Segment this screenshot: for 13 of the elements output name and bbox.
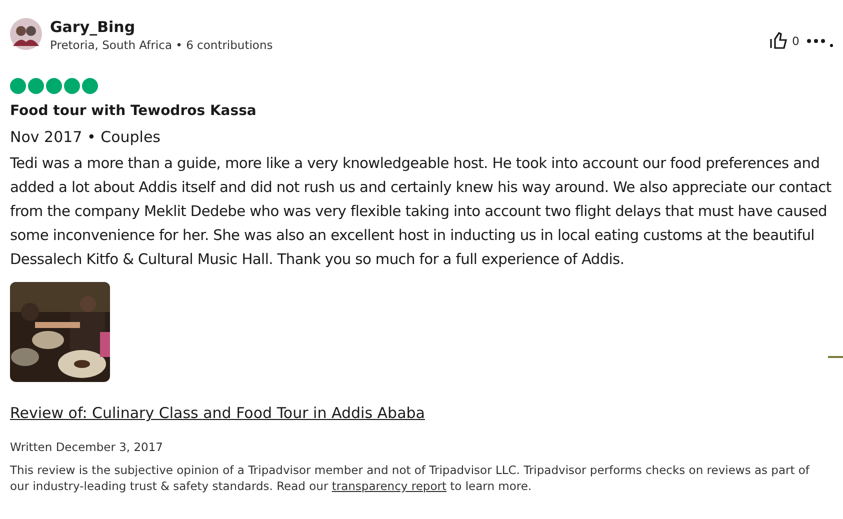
written-date: Written December 3, 2017 [10, 440, 164, 454]
helpful-button[interactable]: 0 [770, 32, 799, 49]
dot-mark [830, 44, 833, 47]
transparency-report-link[interactable]: transparency report [332, 479, 446, 493]
more-options-icon[interactable] [807, 38, 825, 42]
author-name[interactable]: Gary_Bing [50, 18, 762, 36]
review-of-link[interactable]: Review of: Culinary Class and Food Tour in Addis Ababa [10, 404, 425, 422]
review-title: Food tour with Tewodros Kassa [10, 103, 258, 119]
author-meta: Pretoria, South Africa • 6 contributions [50, 38, 274, 52]
review-text: Tedi was a more than a guide, more like a very knowledgeable host. He took into account our food preferences and added a lot about Addis itself and did not rush us and certainly knew his way around. We also appreciate our contact from the company Meklit Dedebe who was very flexible taking into account two flight delays that must have caused some inconvenience for her. She was also an excellent host in inducting us in local eating customs at the beautiful Dessalech Kitfo & Cultural Music Hall. Thank you so much for a full experience of Addis. [10, 154, 832, 270]
avatar[interactable] [10, 18, 42, 50]
visit-info: Nov 2017 • Couples [10, 128, 162, 146]
disclaimer-text: This review is the subjective opinion of a Tripadvisor member and not of Tripadvisor LLC. Tripadvisor performs checks on reviews as part of our industry-leading trust & safety standards. Read our transparency report to learn more. [10, 462, 810, 494]
